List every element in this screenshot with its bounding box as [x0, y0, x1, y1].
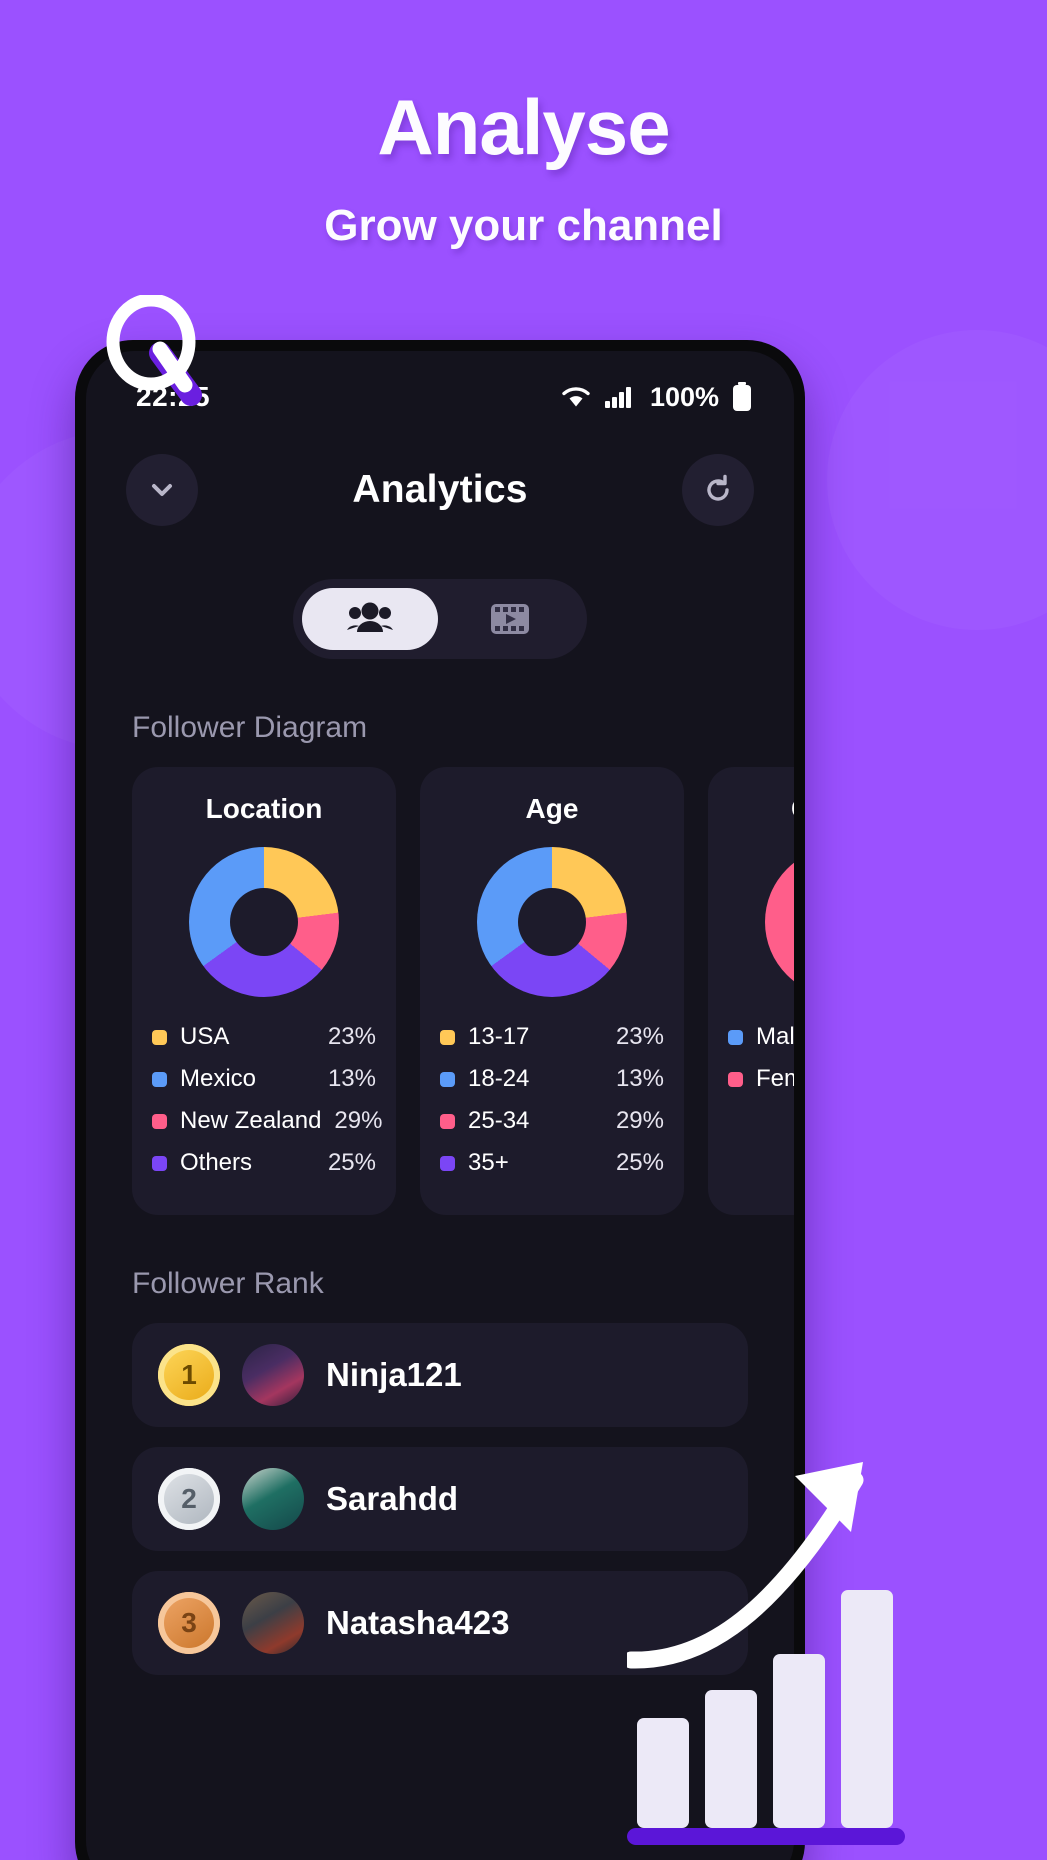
card-title: Location: [205, 793, 323, 824]
deco-bar-4: [841, 1590, 893, 1828]
promo-header: Analyse Grow your channel: [0, 0, 1047, 300]
legend-item: 18-24 13%: [440, 1065, 664, 1093]
diagram-card-location[interactable]: Location USA 23% Mexico 13% New Zealand: [132, 767, 396, 1215]
follower-name: Natasha423: [326, 1604, 510, 1641]
status-bar-time: 22:25: [136, 381, 211, 412]
phone-screen: 22:25 100% Analytics Follower Diagram Lo…: [86, 351, 794, 1860]
legend-item: Mexico 13%: [152, 1065, 376, 1093]
legend-color-dot: [440, 1029, 455, 1045]
follower-rank-list: 1 Ninja121 2 Sarahdd 3 Natasha423: [86, 1323, 794, 1675]
follower-name: Sarahdd: [326, 1480, 459, 1517]
battery-percent-label: 100%: [649, 381, 719, 412]
deco-arrow-head: [795, 1462, 863, 1532]
legend-color-dot: [440, 1113, 455, 1129]
promo-title: Analyse: [377, 83, 670, 171]
follower-diagram-title: Follower Diagram: [132, 711, 368, 744]
diagram-card-gender[interactable]: Gender Male Female: [708, 767, 794, 1215]
rank-number: 3: [181, 1607, 197, 1638]
film-icon: [491, 604, 529, 634]
refresh-button[interactable]: [682, 454, 754, 526]
legend-color-dot: [440, 1155, 455, 1171]
legend-label: 35+: [468, 1149, 509, 1176]
analytics-tabs: [86, 579, 794, 659]
legend-label: 18-24: [468, 1065, 530, 1092]
wifi-icon: [562, 387, 590, 407]
avatar: [242, 1592, 304, 1654]
legend-value: 13%: [327, 1065, 376, 1092]
follower-diagram-cards: Location USA 23% Mexico 13% New Zealand: [86, 767, 794, 1215]
battery-full-icon: [733, 382, 751, 411]
legend-color-dot: [440, 1071, 455, 1087]
legend-value: 23%: [327, 1023, 376, 1050]
card-title: Gender: [728, 793, 794, 825]
legend-label: Others: [180, 1149, 253, 1176]
list-item[interactable]: 1 Ninja121: [132, 1323, 748, 1427]
app-bar: Analytics: [86, 425, 794, 555]
status-bar-indicators: 100%: [561, 382, 752, 413]
legend-color-dot: [152, 1071, 167, 1087]
legend-value: 29%: [334, 1107, 383, 1134]
avatar: [242, 1468, 304, 1530]
legend-item: Female: [728, 1065, 794, 1093]
rank-number: 2: [181, 1483, 197, 1514]
legend-label: Mexico: [180, 1065, 257, 1092]
refresh-icon: [707, 474, 729, 501]
diagram-card-age[interactable]: Age 13-17 23% 18-24 13% 25-34 29% 35+ 25…: [420, 767, 684, 1215]
legend-label: 13-17: [468, 1023, 530, 1050]
legend-color-dot: [728, 1029, 743, 1045]
donut-chart-gender: [765, 847, 794, 997]
legend-label: Male: [756, 1023, 794, 1050]
donut-chart-location: [189, 847, 339, 997]
legend-color-dot: [152, 1029, 167, 1045]
legend-label: 25-34: [468, 1107, 530, 1134]
gold-medal-icon: 1: [158, 1344, 220, 1406]
legend-color-dot: [152, 1155, 167, 1171]
phone-mockup: 22:25 100% Analytics Follower Diagram Lo…: [75, 340, 805, 1860]
legend-item: 13-17 23%: [440, 1023, 664, 1051]
list-item[interactable]: 3 Natasha423: [132, 1571, 748, 1675]
legend-label: New Zealand: [180, 1107, 322, 1134]
page-title: Analytics: [352, 468, 528, 511]
donut-chart-wrapper: [152, 847, 376, 997]
avatar: [242, 1344, 304, 1406]
tab-videos[interactable]: [442, 588, 578, 650]
legend-label: Female: [756, 1065, 794, 1092]
silver-medal-icon: 2: [158, 1468, 220, 1530]
legend-label: USA: [180, 1023, 230, 1050]
donut-chart-wrapper: [728, 847, 794, 997]
legend-value: 23%: [615, 1023, 664, 1050]
cellular-signal-icon: [604, 387, 631, 408]
donut-chart-age: [477, 847, 627, 997]
legend-value: 25%: [615, 1149, 664, 1176]
promo-subtitle: Grow your channel: [324, 201, 723, 250]
collapse-button[interactable]: [126, 454, 198, 526]
follower-rank-title: Follower Rank: [132, 1267, 324, 1300]
legend-value: 29%: [615, 1107, 664, 1134]
follower-name: Ninja121: [326, 1356, 462, 1393]
background-blob-right: [827, 330, 1047, 630]
legend-item: USA 23%: [152, 1023, 376, 1051]
legend-item: 25-34 29%: [440, 1107, 664, 1135]
legend-color-dot: [152, 1113, 167, 1129]
chevron-down-icon: [152, 484, 172, 496]
legend-color-dot: [728, 1071, 743, 1087]
people-icon: [347, 602, 393, 632]
donut-chart-wrapper: [440, 847, 664, 997]
tab-followers[interactable]: [302, 588, 438, 650]
rank-number: 1: [181, 1359, 197, 1390]
list-item[interactable]: 2 Sarahdd: [132, 1447, 748, 1551]
status-bar: 22:25 100%: [86, 351, 794, 425]
legend-item: Male: [728, 1023, 794, 1051]
legend-item: 35+ 25%: [440, 1149, 664, 1177]
legend-item: Others 25%: [152, 1149, 376, 1177]
card-title: Age: [525, 793, 579, 824]
legend-value: 13%: [615, 1065, 664, 1092]
legend-item: New Zealand 29%: [152, 1107, 382, 1135]
bronze-medal-icon: 3: [158, 1592, 220, 1654]
segmented-control: [293, 579, 587, 659]
legend-value: 25%: [327, 1149, 376, 1176]
